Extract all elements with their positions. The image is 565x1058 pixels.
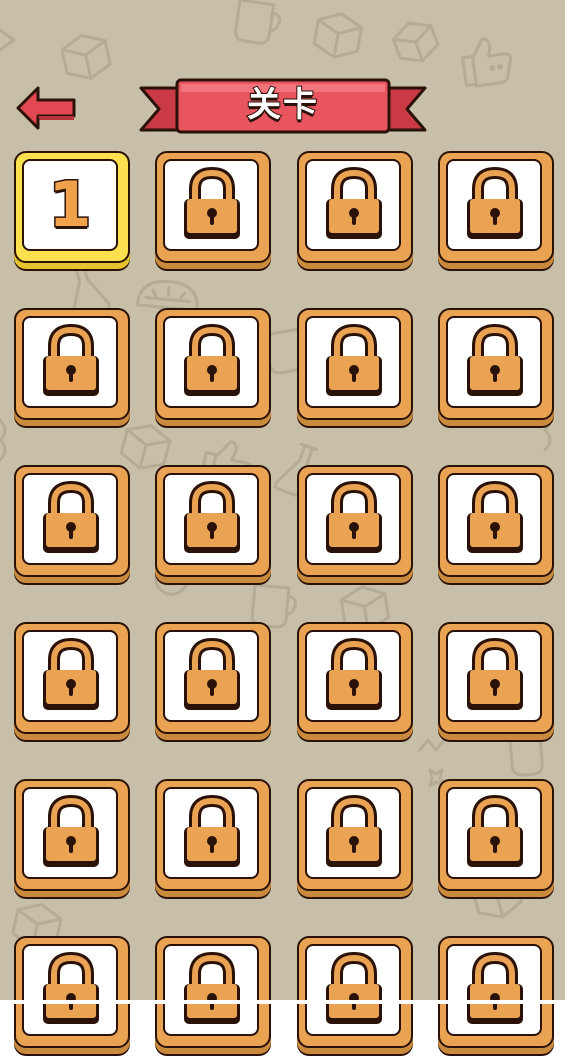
level-tile-locked[interactable] (155, 151, 271, 273)
padlock-icon (464, 323, 526, 400)
padlock-icon (181, 951, 243, 1028)
level-tile-locked[interactable] (438, 779, 554, 901)
level-tile-locked[interactable] (297, 308, 413, 430)
padlock-icon (40, 480, 102, 557)
padlock-icon (464, 480, 526, 557)
padlock-icon (323, 166, 385, 243)
padlock-icon (323, 951, 385, 1028)
padlock-icon (40, 794, 102, 871)
level-tile-locked[interactable] (155, 779, 271, 901)
padlock-icon (464, 951, 526, 1028)
level-tile-locked[interactable] (14, 308, 130, 430)
level-tile-locked[interactable] (297, 622, 413, 744)
padlock-icon (181, 637, 243, 714)
level-tile-locked[interactable] (155, 465, 271, 587)
level-tile-locked[interactable] (297, 779, 413, 901)
level-number: 1 (47, 167, 93, 243)
padlock-icon (323, 637, 385, 714)
padlock-icon (464, 794, 526, 871)
padlock-icon (464, 166, 526, 243)
level-tile-locked[interactable] (297, 151, 413, 273)
level-tile-locked[interactable] (14, 936, 130, 1058)
padlock-icon (181, 323, 243, 400)
level-tile-locked[interactable] (297, 936, 413, 1058)
level-tile-locked[interactable] (14, 622, 130, 744)
level-tile-locked[interactable] (438, 308, 554, 430)
level-grid: 1 (0, 0, 565, 1048)
level-tile-locked[interactable] (155, 622, 271, 744)
level-tile-locked[interactable] (438, 622, 554, 744)
level-tile-locked[interactable] (438, 465, 554, 587)
level-tile-locked[interactable] (438, 936, 554, 1058)
level-tile-locked[interactable] (297, 465, 413, 587)
level-tile-locked[interactable] (155, 308, 271, 430)
padlock-icon (181, 794, 243, 871)
padlock-icon (464, 637, 526, 714)
level-tile-locked[interactable] (438, 151, 554, 273)
level-tile-1[interactable]: 1 (14, 151, 130, 273)
padlock-icon (181, 480, 243, 557)
padlock-icon (323, 794, 385, 871)
padlock-icon (40, 323, 102, 400)
level-tile-locked[interactable] (14, 465, 130, 587)
padlock-icon (323, 480, 385, 557)
padlock-icon (40, 951, 102, 1028)
level-tile-locked[interactable] (14, 779, 130, 901)
bottom-edge (0, 1000, 565, 1004)
padlock-icon (181, 166, 243, 243)
level-tile-locked[interactable] (155, 936, 271, 1058)
padlock-icon (323, 323, 385, 400)
padlock-icon (40, 637, 102, 714)
